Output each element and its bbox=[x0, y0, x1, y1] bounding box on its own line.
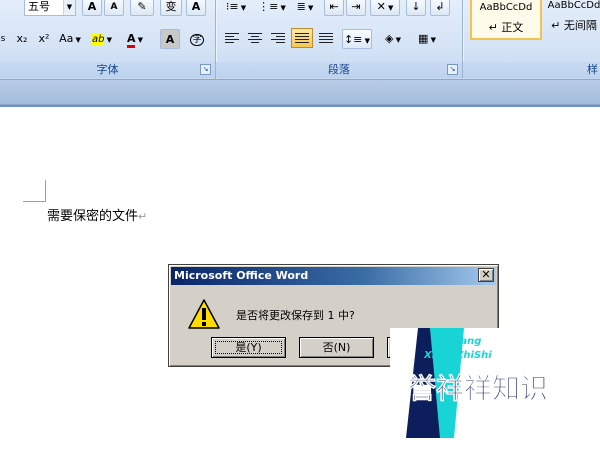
distributed-icon bbox=[319, 33, 333, 43]
decrease-indent-button[interactable]: ⇤ bbox=[324, 0, 344, 16]
watermark-line2: XiangZhiShi bbox=[423, 350, 492, 361]
focus-ring bbox=[215, 341, 282, 354]
close-button[interactable]: ✕ bbox=[478, 268, 494, 282]
bullets-button[interactable]: ⁝≡ ▼ bbox=[220, 0, 252, 16]
numbered-list-icon: ⋮≡ bbox=[258, 0, 279, 13]
borders-button[interactable]: ▦ ▼ bbox=[412, 28, 442, 48]
change-case-button[interactable]: Aa ▼ bbox=[56, 28, 84, 48]
watermark-logo: YuXiang XiangZhiShi 誉祥祥知识 bbox=[390, 328, 600, 438]
font-group-label: 字体 bbox=[0, 62, 215, 78]
show-marks-button[interactable]: ↲ bbox=[430, 0, 450, 16]
font-size-select[interactable]: 五号 ▼ bbox=[24, 0, 76, 16]
phonetic-guide-button[interactable]: 变 bbox=[160, 0, 182, 16]
align-left-button[interactable] bbox=[222, 28, 242, 48]
font-dialog-launcher-icon[interactable]: ↘ bbox=[200, 64, 211, 75]
subscript-button[interactable]: x₂ bbox=[12, 28, 32, 48]
style-name: ↵ 无间隔 bbox=[551, 19, 597, 32]
align-left-icon bbox=[225, 33, 239, 43]
style-name: ↵ 正文 bbox=[488, 21, 524, 34]
grow-font-button[interactable]: A bbox=[82, 0, 102, 16]
watermark-chars: 誉祥祥知识 bbox=[408, 372, 548, 405]
align-right-button[interactable] bbox=[268, 28, 288, 48]
justify-icon bbox=[295, 33, 309, 43]
paragraph-mark-icon: ↲ bbox=[435, 0, 445, 13]
paragraph-group-label: 段落 bbox=[216, 62, 462, 78]
enclose-char-button[interactable]: 字 bbox=[186, 28, 208, 48]
char-border-button[interactable]: A bbox=[186, 0, 206, 16]
align-right-icon bbox=[271, 33, 285, 43]
chevron-down-icon[interactable]: ▼ bbox=[63, 0, 75, 15]
superscript-button[interactable]: x² bbox=[34, 28, 54, 48]
strikethrough-button[interactable]: s bbox=[0, 28, 8, 48]
highlight-button[interactable]: ab ▼ bbox=[88, 28, 116, 48]
increase-indent-button[interactable]: ⇥ bbox=[346, 0, 366, 16]
document-paragraph[interactable]: 需要保密的文件↵ bbox=[47, 205, 147, 224]
line-spacing-button[interactable]: ↕≡ ▼ bbox=[342, 29, 372, 49]
style-sample: AaBbCcDd bbox=[547, 0, 600, 11]
clear-format-button[interactable]: ✎ bbox=[130, 0, 154, 16]
indent-icon: ⇥ bbox=[351, 0, 361, 13]
style-sample: AaBbCcDd bbox=[479, 2, 533, 13]
font-size-value: 五号 bbox=[28, 0, 50, 13]
dialog-message: 是否将更改保存到 1 中? bbox=[236, 309, 355, 322]
eraser-icon: ✎ bbox=[137, 0, 147, 13]
paragraph-mark: ↵ bbox=[138, 210, 148, 223]
justify-button[interactable] bbox=[291, 28, 313, 48]
ribbon: 五号 ▼ A A ✎ 变 A s x₂ x² Aa ▼ ab ▼ A ▼ A 字… bbox=[0, 0, 600, 80]
line-spacing-icon: ↕≡ bbox=[343, 33, 363, 46]
font-color-button[interactable]: A ▼ bbox=[120, 28, 150, 48]
margin-corner-mark bbox=[23, 201, 45, 202]
yes-button[interactable]: 是(Y) bbox=[211, 337, 286, 358]
outdent-icon: ⇤ bbox=[329, 0, 339, 13]
chinese-layout-icon: ✕ bbox=[376, 0, 386, 13]
styles-group-label: 样 bbox=[463, 62, 600, 78]
chinese-layout-button[interactable]: ✕ ▼ bbox=[370, 0, 400, 16]
warning-icon bbox=[188, 299, 220, 329]
bullet-list-icon: ⁝≡ bbox=[225, 0, 239, 13]
document-text: 需要保密的文件 bbox=[47, 209, 139, 224]
style-no-spacing[interactable]: AaBbCcDd ↵ 无间隔 bbox=[544, 0, 600, 40]
char-shading-button[interactable]: A bbox=[160, 29, 180, 49]
margin-corner-mark bbox=[45, 180, 46, 202]
distributed-button[interactable] bbox=[316, 28, 336, 48]
close-icon: ✕ bbox=[481, 268, 491, 281]
sort-icon: ↓ bbox=[411, 0, 421, 13]
paragraph-dialog-launcher-icon[interactable]: ↘ bbox=[447, 64, 458, 75]
style-normal[interactable]: AaBbCcDd ↵ 正文 bbox=[470, 0, 542, 40]
watermark-line1: YuXiang bbox=[436, 336, 481, 347]
sort-button[interactable]: ↓ bbox=[406, 0, 426, 16]
align-center-icon bbox=[248, 33, 262, 43]
border-icon: ▦ bbox=[417, 32, 429, 45]
ribbon-bottom-band bbox=[0, 80, 600, 105]
numbering-button[interactable]: ⋮≡ ▼ bbox=[256, 0, 288, 16]
dialog-title: Microsoft Office Word bbox=[174, 269, 309, 282]
multilevel-list-button[interactable]: ≣ ▼ bbox=[290, 0, 320, 16]
shading-button[interactable]: ◈ ▼ bbox=[378, 28, 408, 48]
no-button-label: 否(N) bbox=[322, 341, 351, 354]
multilevel-list-icon: ≣ bbox=[296, 0, 306, 13]
dialog-titlebar[interactable]: Microsoft Office Word ✕ bbox=[171, 267, 496, 285]
shrink-font-button[interactable]: A bbox=[104, 0, 124, 16]
align-center-button[interactable] bbox=[245, 28, 265, 48]
no-button[interactable]: 否(N) bbox=[299, 337, 374, 358]
